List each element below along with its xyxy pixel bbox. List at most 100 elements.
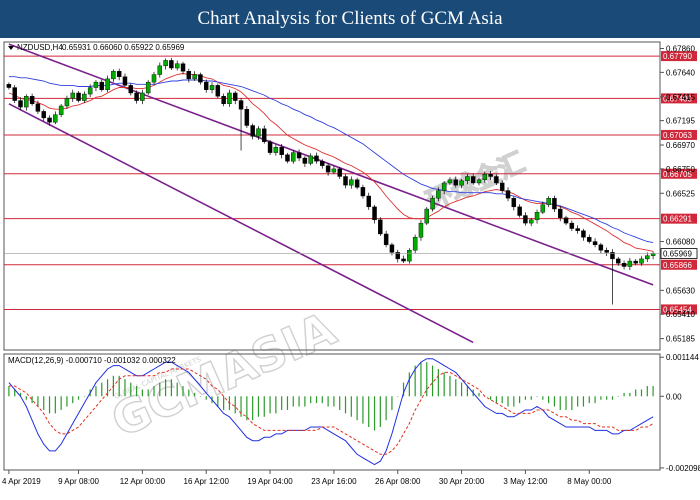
candle-body-bull bbox=[331, 168, 337, 173]
macd-plot bbox=[8, 358, 654, 466]
macd-hist-bar bbox=[507, 396, 509, 407]
macd-hist-bar bbox=[286, 396, 289, 410]
candle-body-bear bbox=[198, 74, 203, 83]
candle-body-bear bbox=[499, 182, 505, 191]
candle-body-bull bbox=[645, 255, 650, 260]
macd-hist-bar bbox=[524, 396, 527, 400]
candle bbox=[563, 215, 569, 226]
time-tick-label: 23 Apr 16:00 bbox=[311, 477, 357, 486]
price-tick-label: 0.65630 bbox=[666, 286, 695, 295]
candle-body-bear bbox=[517, 206, 522, 216]
candle bbox=[592, 238, 598, 248]
candle bbox=[29, 93, 35, 106]
candle bbox=[105, 75, 110, 93]
ma-fast-line bbox=[8, 73, 654, 252]
candle-body-bull bbox=[407, 250, 412, 262]
candle-body-bull bbox=[546, 197, 551, 205]
candle-body-bear bbox=[343, 176, 348, 186]
candle-body-bear bbox=[488, 174, 493, 177]
macd-hist-bar bbox=[83, 396, 85, 397]
candle-body-bull bbox=[58, 105, 64, 115]
macd-line bbox=[8, 358, 654, 466]
candle-body-bear bbox=[18, 100, 23, 108]
candle bbox=[621, 260, 627, 270]
candle-body-bear bbox=[76, 92, 81, 101]
time-tick-label: 12 Apr 00:00 bbox=[120, 477, 166, 486]
candle bbox=[111, 69, 116, 82]
macd-hist-bar bbox=[466, 386, 468, 397]
macd-hist-bar bbox=[327, 396, 329, 407]
candle-body-bear bbox=[378, 219, 383, 235]
macd-hist-bar bbox=[135, 386, 138, 397]
macd-hist-bar bbox=[147, 389, 149, 397]
chart-info: NZDUSD,H4 0.65931 0.66060 0.65922 0.6596… bbox=[8, 43, 185, 365]
candle bbox=[627, 257, 633, 271]
candle bbox=[360, 184, 366, 199]
candle-body-bull bbox=[93, 81, 99, 88]
candle bbox=[354, 177, 360, 190]
candle-body-bull bbox=[436, 190, 441, 199]
candle-body-bear bbox=[383, 233, 389, 246]
candle bbox=[12, 84, 17, 104]
macd-hist-bar bbox=[489, 396, 492, 400]
macd-hist-bar bbox=[565, 396, 567, 410]
macd-hist-bar bbox=[385, 396, 387, 421]
macd-hist-bar bbox=[373, 396, 376, 431]
candle bbox=[238, 97, 244, 151]
candle-body-bear bbox=[186, 71, 192, 80]
candle-body-bear bbox=[372, 206, 377, 221]
price-chart[interactable]: GCMASIA 环球金汇 GLOBAL CAPITAL MARKETS 0.67… bbox=[0, 38, 700, 500]
collapse-triangle-icon bbox=[8, 46, 14, 50]
candle bbox=[233, 91, 238, 105]
candle bbox=[587, 234, 592, 244]
macd-hist-bar bbox=[408, 372, 410, 397]
candle bbox=[157, 62, 163, 78]
macd-hist-bar bbox=[559, 396, 561, 410]
candle bbox=[128, 83, 134, 96]
candle-body-bull bbox=[111, 71, 116, 80]
candle bbox=[337, 166, 342, 179]
candle-body-bear bbox=[99, 81, 104, 90]
candle-body-bull bbox=[482, 174, 488, 180]
candle-body-bear bbox=[116, 71, 122, 77]
candle-body-bull bbox=[157, 65, 163, 75]
price-tick-label: 0.66750 bbox=[666, 165, 695, 174]
candle bbox=[267, 139, 273, 156]
candle bbox=[76, 91, 81, 103]
candle-body-bull bbox=[163, 60, 168, 67]
macd-hist-bar bbox=[646, 386, 648, 397]
candle bbox=[372, 204, 377, 224]
symbol-label: NZDUSD,H4 bbox=[17, 43, 63, 52]
macd-hist-bar bbox=[188, 389, 190, 397]
price-tick-label: 0.67640 bbox=[666, 68, 695, 77]
candle-body-bear bbox=[12, 87, 17, 101]
current-price-label: 0.65969 bbox=[663, 250, 692, 259]
candle bbox=[569, 220, 575, 232]
candle-body-bull bbox=[70, 92, 75, 99]
candle bbox=[343, 173, 348, 189]
macd-hist-bar bbox=[182, 386, 184, 397]
macd-hist-bar bbox=[257, 396, 260, 417]
candle-body-bull bbox=[82, 93, 87, 101]
macd-label: MACD(12,26,9) -0.000710 -0.001032 0.0003… bbox=[8, 356, 176, 365]
candle bbox=[401, 255, 406, 264]
candle-body-bear bbox=[389, 244, 395, 253]
candle-body-bear bbox=[401, 258, 406, 262]
candle-body-bear bbox=[180, 63, 186, 72]
price-tick-label: 0.67415 bbox=[666, 93, 695, 102]
price-tick-label: 0.65185 bbox=[666, 335, 695, 344]
candle-body-bull bbox=[140, 92, 145, 101]
time-tick-label: 9 Apr 08:00 bbox=[58, 477, 99, 486]
macd-hist-bar bbox=[223, 396, 225, 410]
macd-hist-bar bbox=[95, 386, 97, 397]
candle bbox=[349, 176, 354, 189]
candle-body-bear bbox=[598, 244, 604, 251]
candle bbox=[116, 68, 122, 81]
candle-body-bear bbox=[250, 125, 255, 137]
candle-body-bear bbox=[494, 176, 499, 184]
candle-body-bear bbox=[238, 100, 244, 110]
price-tick-label: 0.66970 bbox=[666, 141, 695, 150]
candle bbox=[412, 234, 418, 254]
macd-hist-bar bbox=[368, 396, 370, 428]
time-tick-label: 3 May 12:00 bbox=[503, 477, 548, 486]
